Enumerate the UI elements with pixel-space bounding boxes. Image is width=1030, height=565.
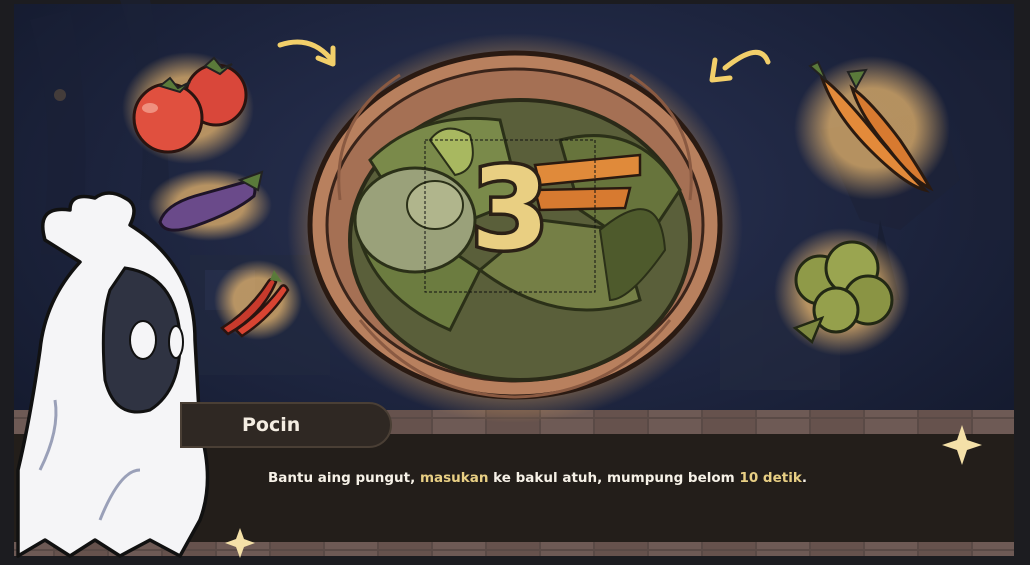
basket-icon[interactable] [307, 50, 723, 400]
carrot-icon[interactable] [794, 56, 950, 200]
eggplant-icon[interactable] [148, 169, 272, 241]
tomato-icon[interactable] [122, 52, 254, 164]
game-screen: 3 Pocin Bantu aing pungut, masukan ke ba… [0, 0, 1030, 565]
chili-icon[interactable] [214, 260, 302, 340]
lettuce-icon[interactable] [774, 228, 910, 356]
